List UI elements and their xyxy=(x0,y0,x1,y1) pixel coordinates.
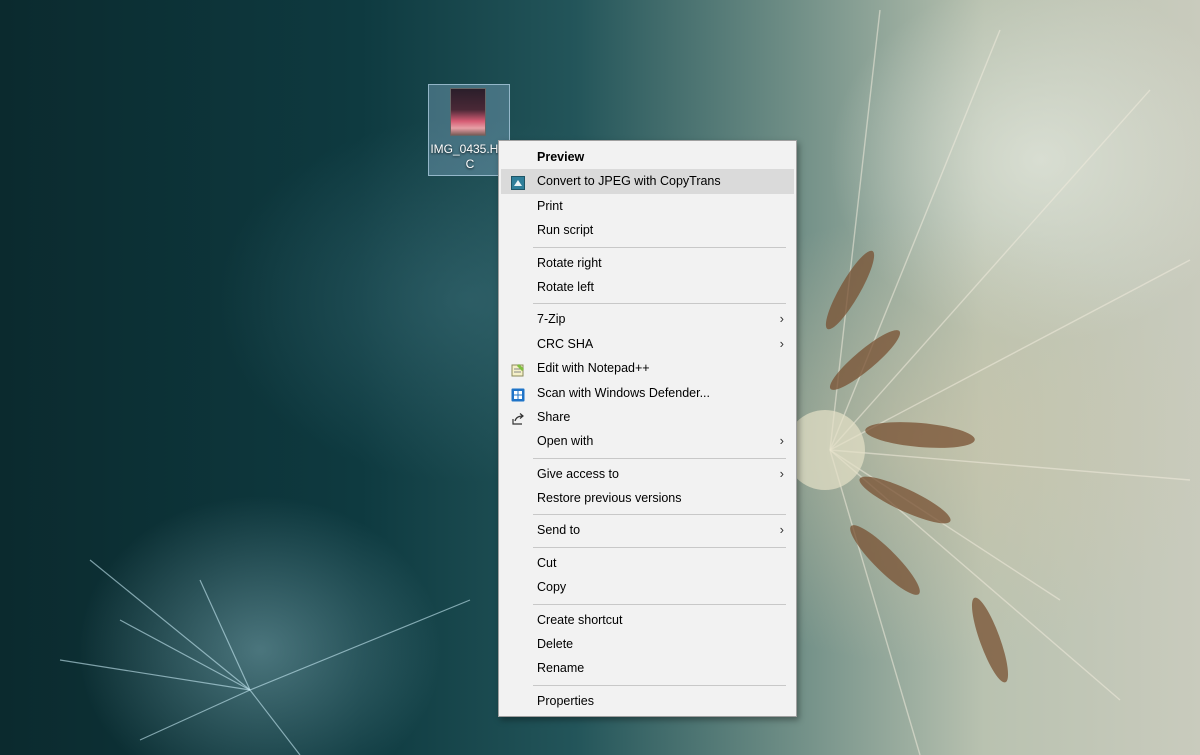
menu-item-delete[interactable]: Delete xyxy=(501,632,794,656)
menu-item-label: Restore previous versions xyxy=(537,491,682,506)
chevron-right-icon: › xyxy=(779,465,784,481)
menu-item-copy[interactable]: Copy xyxy=(501,575,794,599)
menu-item-rotate-left[interactable]: Rotate left xyxy=(501,275,794,299)
menu-item-scan-with-windows-defender[interactable]: Scan with Windows Defender... xyxy=(501,381,794,405)
menu-item-label: Run script xyxy=(537,223,594,238)
menu-item-label: Rotate left xyxy=(537,279,594,294)
menu-item-restore-previous-versions[interactable]: Restore previous versions xyxy=(501,486,794,510)
menu-item-run-script[interactable]: Run script xyxy=(501,218,794,242)
menu-item-open-with[interactable]: Open with › xyxy=(501,429,794,453)
menu-item-convert-to-jpeg-with-copytrans[interactable]: Convert to JPEG with CopyTrans xyxy=(501,169,794,194)
context-menu: Preview Convert to JPEG with CopyTrans Pri… xyxy=(498,140,797,717)
menu-separator xyxy=(533,303,786,305)
menu-separator xyxy=(533,246,786,248)
menu-separator xyxy=(533,514,786,516)
menu-item-label: Preview xyxy=(537,150,585,164)
notepadplusplus-icon xyxy=(511,361,525,377)
menu-item-label: Rotate right xyxy=(537,255,602,270)
menu-item-crc-sha[interactable]: CRC SHA › xyxy=(501,332,794,356)
menu-item-label: Open with xyxy=(537,434,594,449)
menu-item-label: Create shortcut xyxy=(537,612,623,627)
menu-item-7-zip[interactable]: 7-Zip › xyxy=(501,307,794,331)
menu-item-label: Scan with Windows Defender... xyxy=(537,385,710,400)
chevron-right-icon: › xyxy=(779,311,784,327)
menu-item-label: Rename xyxy=(537,661,585,676)
menu-item-label: Cut xyxy=(537,555,557,570)
chevron-right-icon: › xyxy=(779,335,784,351)
menu-item-print[interactable]: Print xyxy=(501,194,794,218)
chevron-right-icon: › xyxy=(779,522,784,538)
menu-separator xyxy=(533,603,786,605)
menu-item-edit-with-notepad[interactable]: Edit with Notepad++ xyxy=(501,356,794,380)
menu-item-rotate-right[interactable]: Rotate right xyxy=(501,251,794,275)
image-thumbnail-icon xyxy=(450,88,486,136)
menu-separator xyxy=(533,684,786,686)
share-icon xyxy=(511,410,525,425)
menu-item-label: Edit with Notepad++ xyxy=(537,361,650,376)
menu-separator xyxy=(533,457,786,459)
menu-item-rename[interactable]: Rename xyxy=(501,656,794,680)
menu-separator xyxy=(533,546,786,548)
menu-item-send-to[interactable]: Send to › xyxy=(501,518,794,542)
menu-item-share[interactable]: Share xyxy=(501,405,794,429)
copytrans-icon xyxy=(511,174,525,191)
windows-defender-icon xyxy=(511,386,525,402)
chevron-right-icon: › xyxy=(779,433,784,449)
menu-item-label: Copy xyxy=(537,580,567,595)
menu-item-label: Share xyxy=(537,409,571,424)
menu-item-label: CRC SHA xyxy=(537,336,594,351)
menu-item-label: Send to xyxy=(537,523,581,538)
menu-item-cut[interactable]: Cut xyxy=(501,551,794,575)
menu-item-label: 7-Zip xyxy=(537,312,566,327)
menu-item-label: Properties xyxy=(537,693,594,708)
menu-item-label: Delete xyxy=(537,637,574,652)
menu-item-create-shortcut[interactable]: Create shortcut xyxy=(501,608,794,632)
menu-item-label: Convert to JPEG with CopyTrans xyxy=(537,174,721,189)
menu-item-properties[interactable]: Properties xyxy=(501,689,794,713)
menu-item-give-access-to[interactable]: Give access to › xyxy=(501,462,794,486)
menu-item-preview[interactable]: Preview xyxy=(501,145,794,169)
menu-item-label: Give access to xyxy=(537,466,619,481)
menu-item-label: Print xyxy=(537,198,563,213)
